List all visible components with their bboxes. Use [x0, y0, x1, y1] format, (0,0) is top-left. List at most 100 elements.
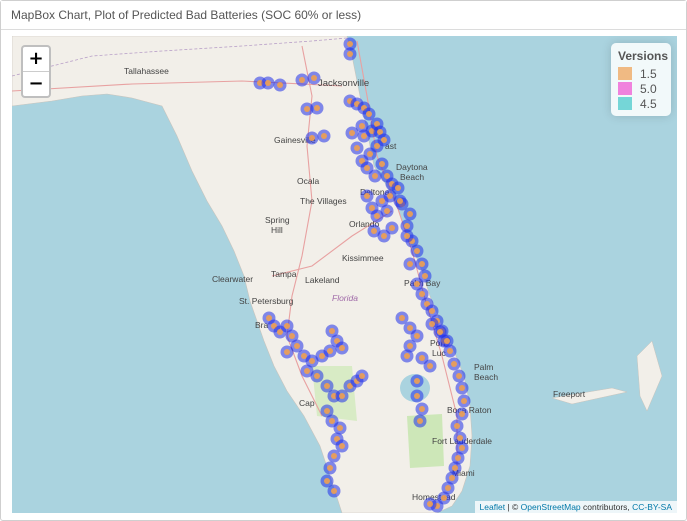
map-canvas[interactable]: Tallahassee Jacksonville Gainesville Oca… — [12, 36, 677, 513]
marker-core — [441, 495, 447, 501]
battery-marker[interactable] — [350, 141, 364, 155]
marker-core — [452, 465, 458, 471]
battery-marker[interactable] — [375, 157, 389, 171]
battery-marker[interactable] — [295, 73, 309, 87]
battery-marker[interactable] — [455, 407, 469, 421]
battery-marker[interactable] — [323, 461, 337, 475]
marker-core — [339, 393, 345, 399]
legend-swatch — [618, 67, 632, 80]
city-label: Freeport — [553, 389, 586, 399]
leaflet-link[interactable]: Leaflet — [480, 502, 506, 512]
marker-core — [331, 488, 337, 494]
battery-marker[interactable] — [310, 369, 324, 383]
battery-marker[interactable] — [325, 324, 339, 338]
marker-core — [414, 378, 420, 384]
battery-marker[interactable] — [280, 345, 294, 359]
city-label: The Villages — [300, 196, 347, 206]
chart-panel: MapBox Chart, Plot of Predicted Bad Batt… — [0, 0, 687, 521]
marker-core — [454, 423, 460, 429]
marker-core — [427, 363, 433, 369]
battery-marker[interactable] — [440, 334, 454, 348]
marker-core — [299, 77, 305, 83]
battery-marker[interactable] — [343, 47, 357, 61]
battery-marker[interactable] — [423, 359, 437, 373]
marker-core — [414, 393, 420, 399]
license-link[interactable]: CC-BY-SA — [632, 502, 672, 512]
legend-label: 4.5 — [640, 96, 657, 111]
panel-title: MapBox Chart, Plot of Predicted Bad Batt… — [11, 8, 362, 22]
marker-core — [429, 321, 435, 327]
battery-marker[interactable] — [310, 101, 324, 115]
city-label: Beach — [400, 172, 424, 182]
battery-marker[interactable] — [400, 349, 414, 363]
battery-marker[interactable] — [307, 71, 321, 85]
battery-marker[interactable] — [355, 369, 369, 383]
battery-marker[interactable] — [457, 394, 471, 408]
legend: Versions 1.5 5.0 4.5 — [611, 43, 671, 116]
marker-core — [372, 173, 378, 179]
battery-marker[interactable] — [423, 497, 437, 511]
battery-marker[interactable] — [317, 129, 331, 143]
battery-marker[interactable] — [452, 369, 466, 383]
marker-core — [314, 105, 320, 111]
marker-core — [265, 80, 271, 86]
city-label: Palm — [474, 362, 493, 372]
battery-marker[interactable] — [450, 419, 464, 433]
marker-core — [284, 349, 290, 355]
battery-marker[interactable] — [410, 389, 424, 403]
marker-core — [414, 333, 420, 339]
battery-marker[interactable] — [403, 257, 417, 271]
marker-core — [327, 465, 333, 471]
marker-core — [389, 225, 395, 231]
marker-core — [324, 408, 330, 414]
battery-marker[interactable] — [385, 221, 399, 235]
legend-swatch — [618, 97, 632, 110]
marker-core — [337, 425, 343, 431]
battery-marker[interactable] — [455, 381, 469, 395]
marker-core — [309, 358, 315, 364]
battery-marker[interactable] — [345, 126, 359, 140]
map-container[interactable]: Tallahassee Jacksonville Gainesville Oca… — [12, 36, 677, 513]
zoom-control: + − — [21, 45, 51, 98]
battery-marker[interactable] — [410, 374, 424, 388]
marker-core — [419, 261, 425, 267]
battery-marker[interactable] — [415, 402, 429, 416]
battery-marker[interactable] — [447, 357, 461, 371]
battery-marker[interactable] — [400, 229, 414, 243]
battery-marker[interactable] — [410, 244, 424, 258]
battery-marker[interactable] — [273, 78, 287, 92]
city-label: Clearwater — [212, 274, 253, 284]
city-label: Jacksonville — [318, 78, 369, 89]
marker-core — [314, 373, 320, 379]
city-label: Beach — [474, 372, 498, 382]
battery-marker[interactable] — [327, 484, 341, 498]
marker-core — [294, 343, 300, 349]
city-label: Daytona — [396, 162, 428, 172]
battery-marker[interactable] — [305, 131, 319, 145]
marker-core — [404, 223, 410, 229]
battery-marker[interactable] — [403, 207, 417, 221]
battery-marker[interactable] — [261, 76, 275, 90]
battery-marker[interactable] — [335, 341, 349, 355]
marker-core — [437, 329, 443, 335]
marker-core — [366, 111, 372, 117]
marker-core — [304, 106, 310, 112]
battery-marker[interactable] — [415, 257, 429, 271]
battery-marker[interactable] — [393, 194, 407, 208]
osm-link[interactable]: OpenStreetMap — [521, 502, 581, 512]
marker-core — [397, 198, 403, 204]
battery-marker[interactable] — [360, 189, 374, 203]
marker-core — [404, 353, 410, 359]
battery-marker[interactable] — [380, 204, 394, 218]
battery-marker[interactable] — [368, 169, 382, 183]
battery-marker[interactable] — [413, 414, 427, 428]
marker-core — [359, 123, 365, 129]
zoom-out-button[interactable]: − — [23, 72, 49, 96]
zoom-in-button[interactable]: + — [23, 47, 49, 72]
marker-core — [266, 315, 272, 321]
battery-marker[interactable] — [333, 421, 347, 435]
marker-core — [445, 485, 451, 491]
marker-core — [327, 348, 333, 354]
battery-marker[interactable] — [327, 449, 341, 463]
city-label: Boca Raton — [447, 405, 492, 415]
